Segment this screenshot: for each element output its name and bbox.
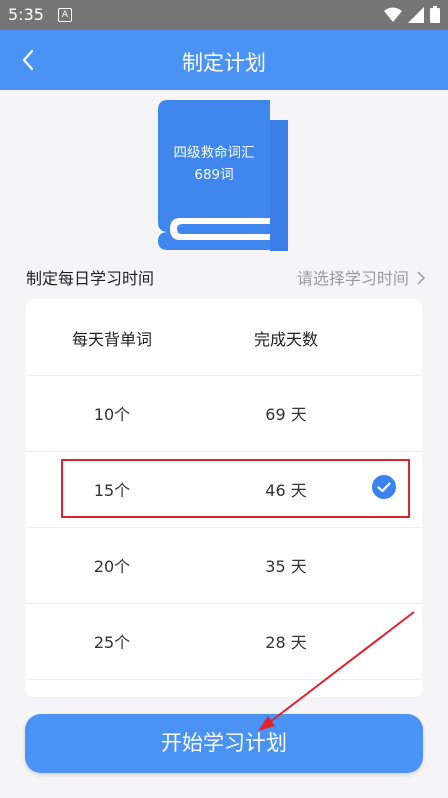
book-cover-text: 四级救命词汇 689词 <box>160 142 268 186</box>
table-row[interactable]: 25个 28 天 <box>26 603 422 680</box>
daily-plan-label: 制定每日学习时间 <box>26 269 155 288</box>
words-per-day: 20个 <box>93 557 131 576</box>
days-to-complete: 28 天 <box>265 633 307 652</box>
study-time-selector[interactable]: 请选择学习时间 <box>297 265 426 289</box>
words-per-day: 10个 <box>93 405 131 424</box>
page-title: 制定计划 <box>182 51 266 75</box>
battery-icon <box>430 6 440 23</box>
table-row[interactable]: 10个 69 天 <box>26 375 422 452</box>
days-to-complete: 35 天 <box>265 557 307 576</box>
table-row[interactable]: 20个 35 天 <box>26 527 422 604</box>
daily-plan-row: 制定每日学习时间 请选择学习时间 <box>26 262 426 288</box>
wifi-icon <box>384 7 402 22</box>
selection-highlight-box <box>61 459 410 518</box>
status-time: 5:35 <box>8 5 44 24</box>
status-icons <box>384 6 440 23</box>
column-header-words: 每天背单词 <box>71 330 152 349</box>
table-header: 每天背单词 完成天数 <box>26 299 422 376</box>
column-header-days: 完成天数 <box>253 330 318 349</box>
study-time-placeholder: 请选择学习时间 <box>296 269 409 288</box>
notification-icon: A <box>58 8 72 22</box>
book-word-count: 689词 <box>194 167 234 183</box>
days-to-complete: 69 天 <box>265 405 307 424</box>
status-bar: 5:35 A <box>0 0 448 30</box>
words-per-day: 25个 <box>93 633 131 652</box>
book-name: 四级救命词汇 <box>173 145 255 161</box>
app-bar: 制定计划 <box>0 30 448 90</box>
signal-icon <box>408 6 424 23</box>
start-plan-button[interactable]: 开始学习计划 <box>25 714 423 773</box>
chevron-right-icon <box>417 271 426 285</box>
